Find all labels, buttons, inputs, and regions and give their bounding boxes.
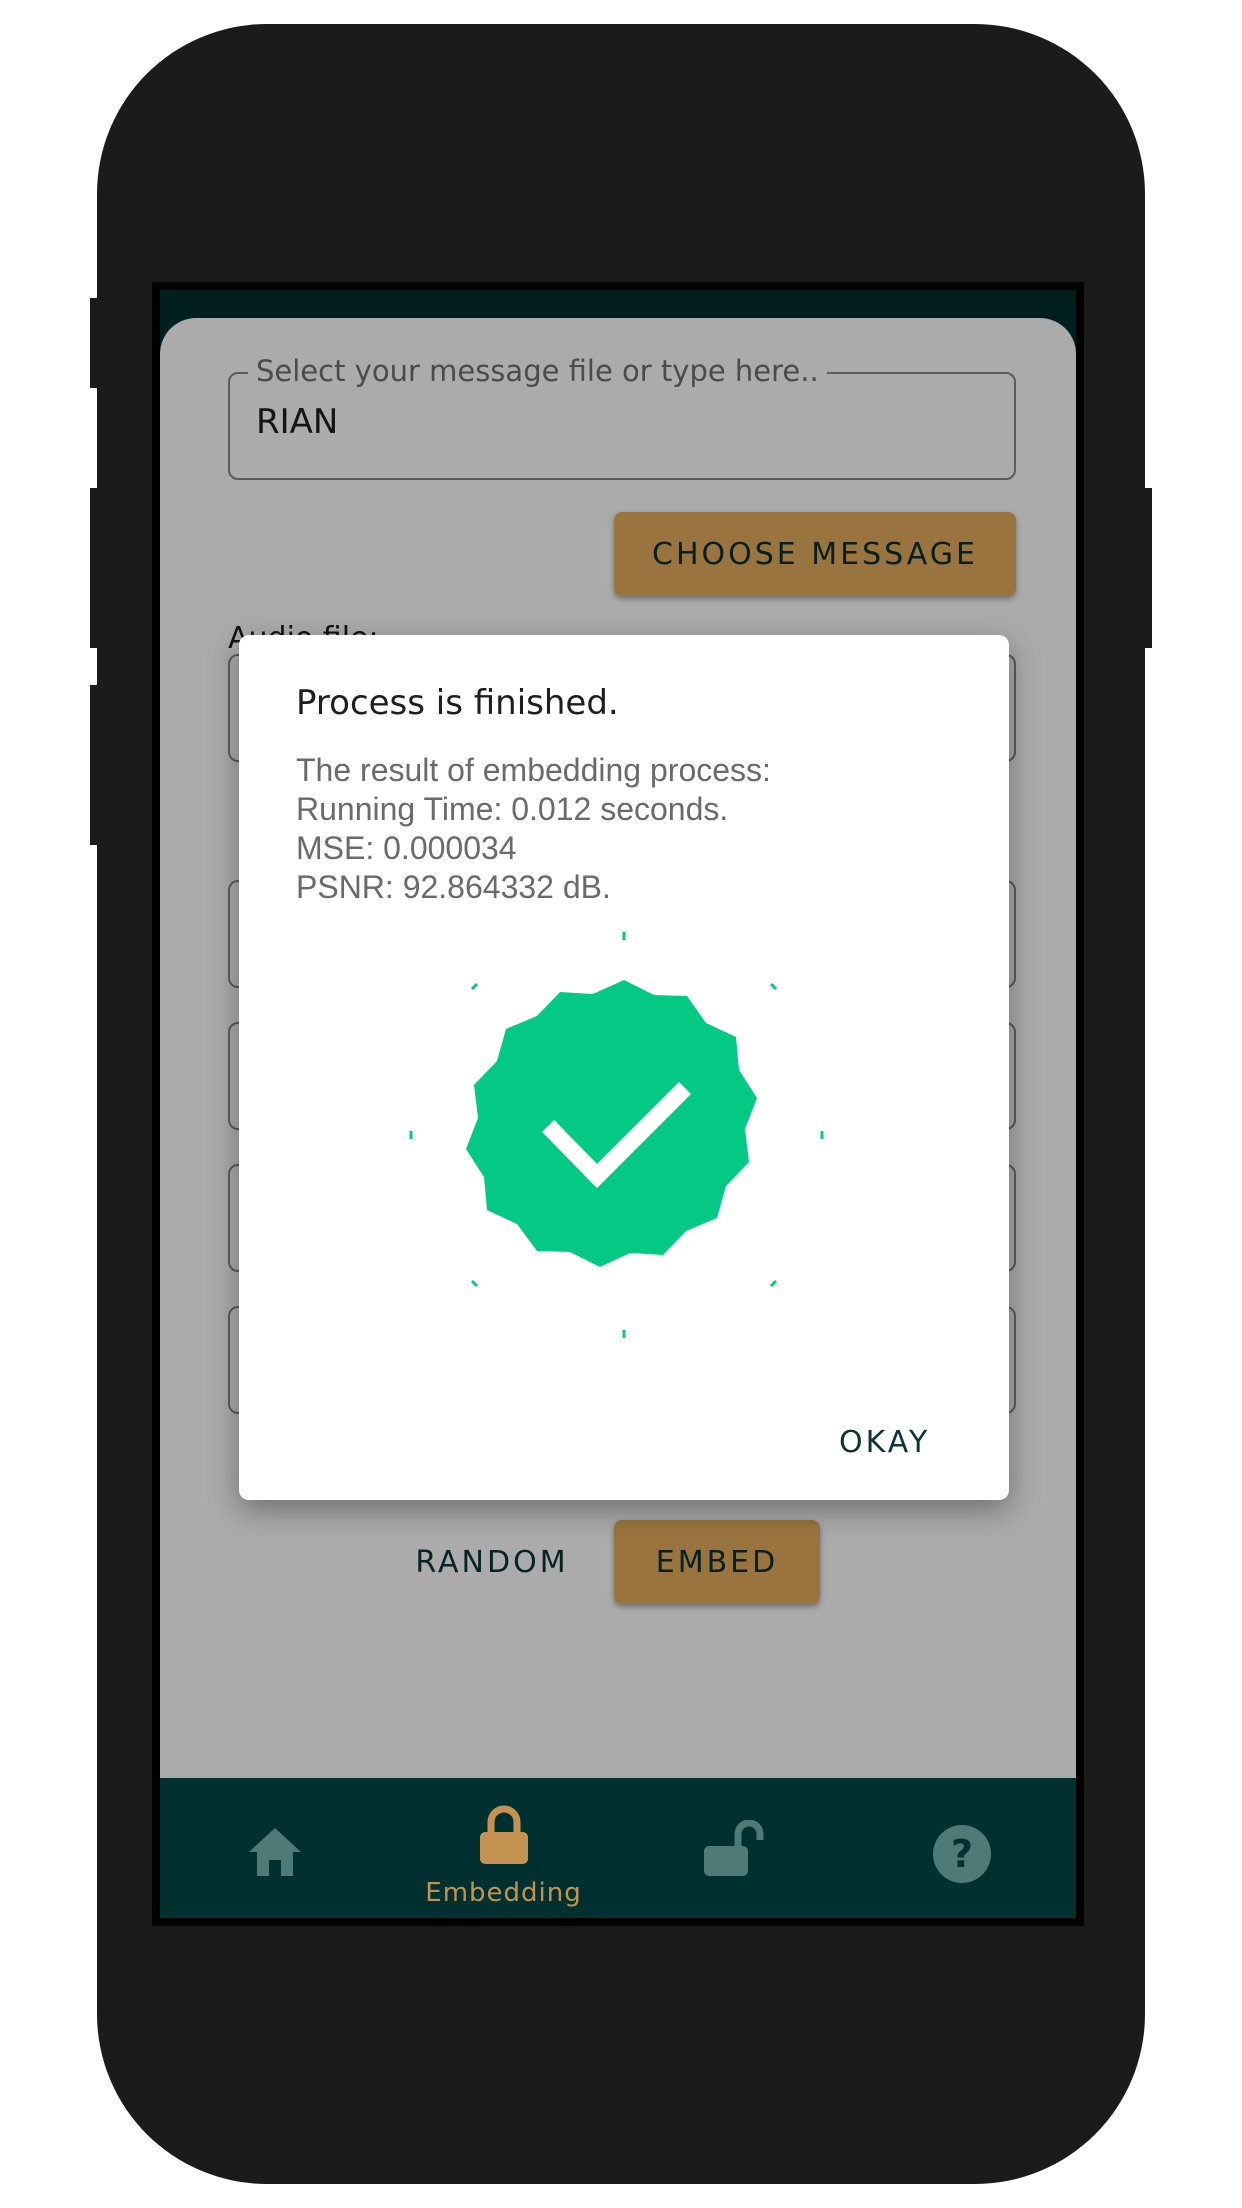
success-check-badge-icon xyxy=(409,932,824,1338)
dialog-line-intro: The result of embedding process: xyxy=(296,752,771,788)
nav-item-extraction[interactable] xyxy=(618,1790,847,1918)
nav-item-embedding-label: Embedding xyxy=(425,1878,582,1908)
nav-item-home[interactable] xyxy=(160,1790,389,1918)
unlock-icon xyxy=(704,1820,764,1876)
nav-item-embedding[interactable]: Embedding xyxy=(389,1790,618,1918)
dialog-line-running-time: Running Time: 0.012 seconds. xyxy=(296,791,729,827)
home-icon xyxy=(249,1828,301,1876)
help-icon: ? xyxy=(933,1825,991,1883)
okay-button[interactable]: OKAY xyxy=(839,1425,930,1460)
power-button xyxy=(1140,488,1152,648)
dialog-message: The result of embedding process: Running… xyxy=(296,751,771,907)
dialog-line-psnr: PSNR: 92.864332 dB. xyxy=(296,869,611,905)
dialog-title: Process is finished. xyxy=(296,683,619,723)
lock-icon xyxy=(480,1805,528,1864)
dialog-line-mse: MSE: 0.000034 xyxy=(296,830,517,866)
volume-down-button xyxy=(90,685,102,845)
nav-item-help[interactable]: ? xyxy=(847,1790,1076,1918)
mute-switch xyxy=(90,298,102,388)
bottom-navigation: Embedding ? xyxy=(160,1790,1076,1918)
volume-up-button xyxy=(90,488,102,648)
process-finished-dialog: Process is finished. The result of embed… xyxy=(239,635,1009,1500)
svg-text:?: ? xyxy=(951,1832,973,1876)
